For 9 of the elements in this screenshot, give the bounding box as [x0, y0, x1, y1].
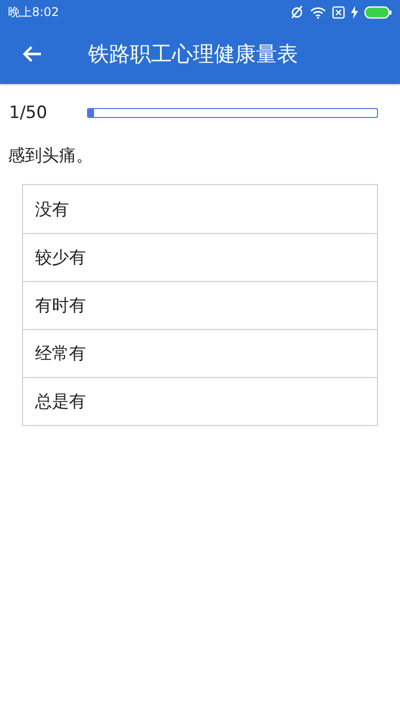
charging-icon: [351, 6, 358, 18]
question-counter: 1/50: [9, 103, 48, 123]
back-button[interactable]: [21, 44, 43, 64]
app-title: 铁路职工心理健康量表: [88, 41, 298, 68]
status-time: 晚上8:02: [8, 4, 59, 20]
wifi-icon: [310, 6, 326, 18]
sim-icon: [332, 6, 345, 18]
question-text: 感到头痛。: [8, 145, 94, 167]
battery-icon: [364, 6, 392, 18]
